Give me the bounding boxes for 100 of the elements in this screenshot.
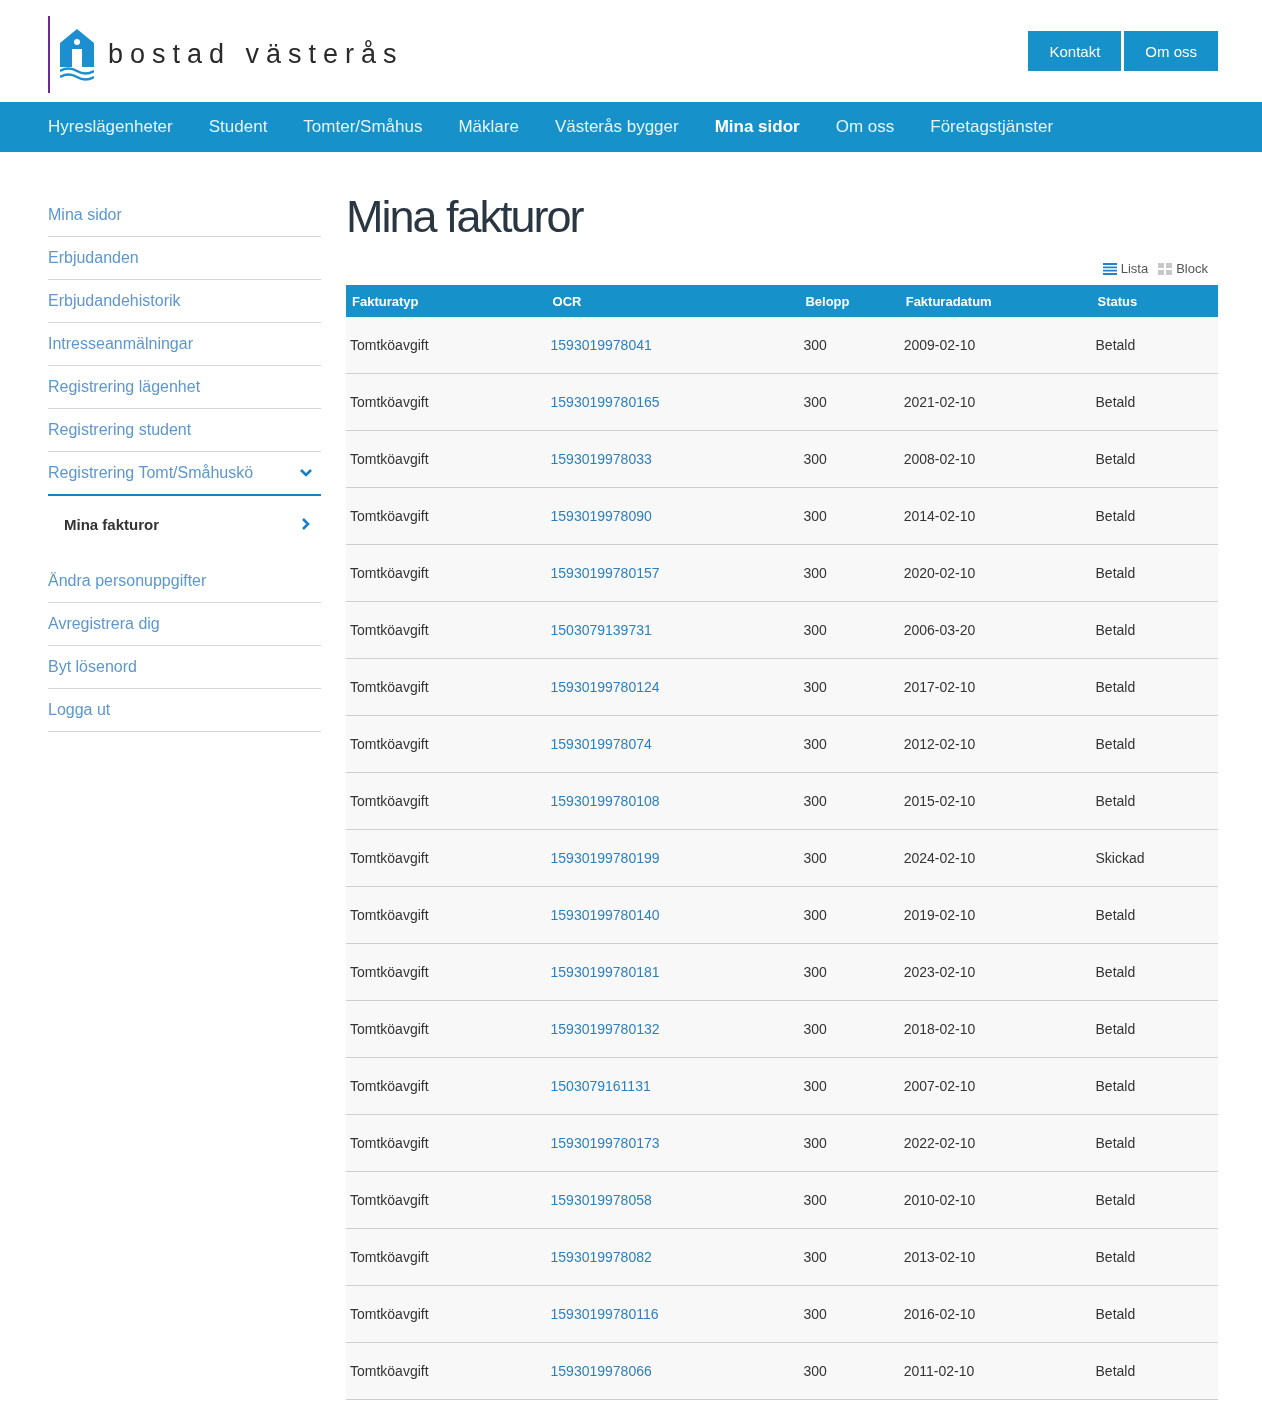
ocr-link[interactable]: 1593019978066 bbox=[550, 1363, 652, 1379]
table-cell: 300 bbox=[803, 1021, 827, 1037]
nav-link[interactable]: Om oss bbox=[835, 117, 895, 137]
table-cell: Tomtköavgift bbox=[350, 964, 429, 980]
table-cell: Betald bbox=[1095, 451, 1136, 467]
table-cell: 2011-02-10 bbox=[903, 1363, 975, 1379]
ocr-link[interactable]: 1593019978090 bbox=[550, 508, 652, 524]
table-cell: Betald bbox=[1095, 1021, 1136, 1037]
ocr-link[interactable]: 1503079161131 bbox=[550, 1078, 651, 1094]
table-cell: Betald bbox=[1095, 1078, 1136, 1094]
table-cell: Tomtköavgift bbox=[350, 337, 429, 353]
table-cell: 300 bbox=[803, 1363, 827, 1379]
nav-link[interactable]: Student bbox=[208, 117, 268, 137]
view-toggle[interactable]: Lista bbox=[1102, 261, 1149, 276]
column-header: Status bbox=[1091, 285, 1218, 317]
nav-link[interactable]: Hyreslägenheter bbox=[48, 117, 173, 137]
table-cell: 300 bbox=[803, 679, 827, 695]
sidebar-item[interactable]: Ändra personuppgifter bbox=[48, 560, 321, 603]
ocr-link[interactable]: 1593019978074 bbox=[550, 736, 652, 752]
nav-link[interactable]: Tomter/Småhus bbox=[303, 117, 423, 137]
table-cell: 2018-02-10 bbox=[903, 1021, 976, 1037]
ocr-link[interactable]: 1593019978033 bbox=[550, 451, 652, 467]
nav-link[interactable]: Mäklare bbox=[458, 117, 519, 137]
sidebar-item[interactable]: Registrering student bbox=[48, 409, 321, 452]
sidebar-item[interactable]: Byt lösenord bbox=[48, 646, 321, 689]
view-toggle[interactable]: Block bbox=[1158, 261, 1208, 276]
sidebar-item[interactable]: Erbjudanden bbox=[48, 237, 321, 280]
table-cell: Betald bbox=[1095, 907, 1136, 923]
ocr-link[interactable]: 1593019978058 bbox=[550, 1192, 652, 1208]
table-cell: Betald bbox=[1095, 1306, 1136, 1322]
logo-text: bostad västerås bbox=[108, 39, 404, 70]
header-button[interactable]: Om oss bbox=[1124, 31, 1218, 71]
table-cell: Tomtköavgift bbox=[350, 394, 429, 410]
table-cell: Tomtköavgift bbox=[350, 565, 429, 581]
table-cell: Tomtköavgift bbox=[350, 508, 429, 524]
column-header: Belopp bbox=[799, 285, 900, 317]
nav-link[interactable]: Västerås bygger bbox=[554, 117, 679, 137]
table-cell: 300 bbox=[803, 850, 827, 866]
table-cell: 300 bbox=[803, 1078, 827, 1094]
ocr-link[interactable]: 15930199780124 bbox=[550, 679, 660, 695]
table-cell: Betald bbox=[1095, 337, 1136, 353]
table-cell: 2013-02-10 bbox=[903, 1249, 976, 1265]
sidebar-item[interactable]: Avregistrera dig bbox=[48, 603, 321, 646]
logo-icon bbox=[60, 28, 94, 81]
table-cell: 300 bbox=[803, 964, 827, 980]
table-cell: Betald bbox=[1095, 679, 1136, 695]
table-cell: 2015-02-10 bbox=[903, 793, 976, 809]
ocr-link[interactable]: 15930199780199 bbox=[550, 850, 660, 866]
table-cell: 300 bbox=[803, 1135, 827, 1151]
table-cell: 300 bbox=[803, 1192, 827, 1208]
table-cell: 300 bbox=[803, 1306, 827, 1322]
table-cell: Betald bbox=[1095, 622, 1136, 638]
nav-link[interactable]: Företagstjänster bbox=[930, 117, 1054, 137]
sidebar-item[interactable]: Intresseanmälningar bbox=[48, 323, 321, 366]
table-cell: 300 bbox=[803, 736, 827, 752]
table-cell: Betald bbox=[1095, 1363, 1136, 1379]
table-cell: Betald bbox=[1095, 565, 1136, 581]
table-cell: 300 bbox=[803, 451, 827, 467]
table-cell: Betald bbox=[1095, 508, 1136, 524]
ocr-link[interactable]: 1593019978041 bbox=[550, 337, 652, 353]
sidebar-item[interactable]: Logga ut bbox=[48, 689, 321, 732]
page-title: Mina fakturor bbox=[346, 192, 585, 244]
table-cell: 2019-02-10 bbox=[903, 907, 976, 923]
table-cell: 2022-02-10 bbox=[903, 1135, 976, 1151]
table-cell: 300 bbox=[803, 907, 827, 923]
sidebar-item[interactable]: Erbjudandehistorik bbox=[48, 280, 321, 323]
sidebar-item[interactable]: Registrering lägenhet bbox=[48, 366, 321, 409]
ocr-link[interactable]: 15930199780140 bbox=[550, 907, 660, 923]
ocr-link[interactable]: 1503079139731 bbox=[550, 622, 652, 638]
table-cell: 2017-02-10 bbox=[903, 679, 976, 695]
ocr-link[interactable]: 15930199780165 bbox=[550, 394, 660, 410]
sidebar-subitem[interactable]: Mina fakturor bbox=[48, 496, 321, 552]
table-cell: 2012-02-10 bbox=[903, 736, 976, 752]
ocr-link[interactable]: 1593019978082 bbox=[550, 1249, 652, 1265]
ocr-link[interactable]: 15930199780108 bbox=[550, 793, 660, 809]
table-cell: 300 bbox=[803, 394, 827, 410]
table-cell: 2006-03-20 bbox=[903, 622, 976, 638]
table-cell: Betald bbox=[1095, 1135, 1136, 1151]
table-cell: 2024-02-10 bbox=[903, 850, 976, 866]
table-cell: Tomtköavgift bbox=[350, 451, 429, 467]
table-cell: Tomtköavgift bbox=[350, 1192, 429, 1208]
table-cell: 300 bbox=[803, 337, 827, 353]
table-cell: 2023-02-10 bbox=[903, 964, 976, 980]
ocr-link[interactable]: 15930199780173 bbox=[550, 1135, 660, 1151]
ocr-link[interactable]: 15930199780157 bbox=[550, 565, 660, 581]
table-cell: 2009-02-10 bbox=[903, 337, 976, 353]
ocr-link[interactable]: 15930199780181 bbox=[550, 964, 660, 980]
nav-link[interactable]: Mina sidor bbox=[714, 117, 800, 137]
table-cell: 300 bbox=[803, 622, 827, 638]
sidebar-item[interactable]: Mina sidor bbox=[48, 194, 321, 237]
table-cell: Tomtköavgift bbox=[350, 1078, 429, 1094]
ocr-link[interactable]: 15930199780116 bbox=[550, 1306, 659, 1322]
table-cell: 300 bbox=[803, 1249, 827, 1265]
header-button[interactable]: Kontakt bbox=[1028, 31, 1122, 71]
table-cell: Betald bbox=[1095, 394, 1136, 410]
table-cell: Tomtköavgift bbox=[350, 850, 429, 866]
ocr-link[interactable]: 15930199780132 bbox=[550, 1021, 660, 1037]
column-header: Fakturadatum bbox=[899, 285, 1092, 317]
sidebar-item[interactable]: Registrering Tomt/Småhuskö bbox=[48, 452, 321, 496]
column-header: Fakturatyp bbox=[346, 285, 547, 317]
